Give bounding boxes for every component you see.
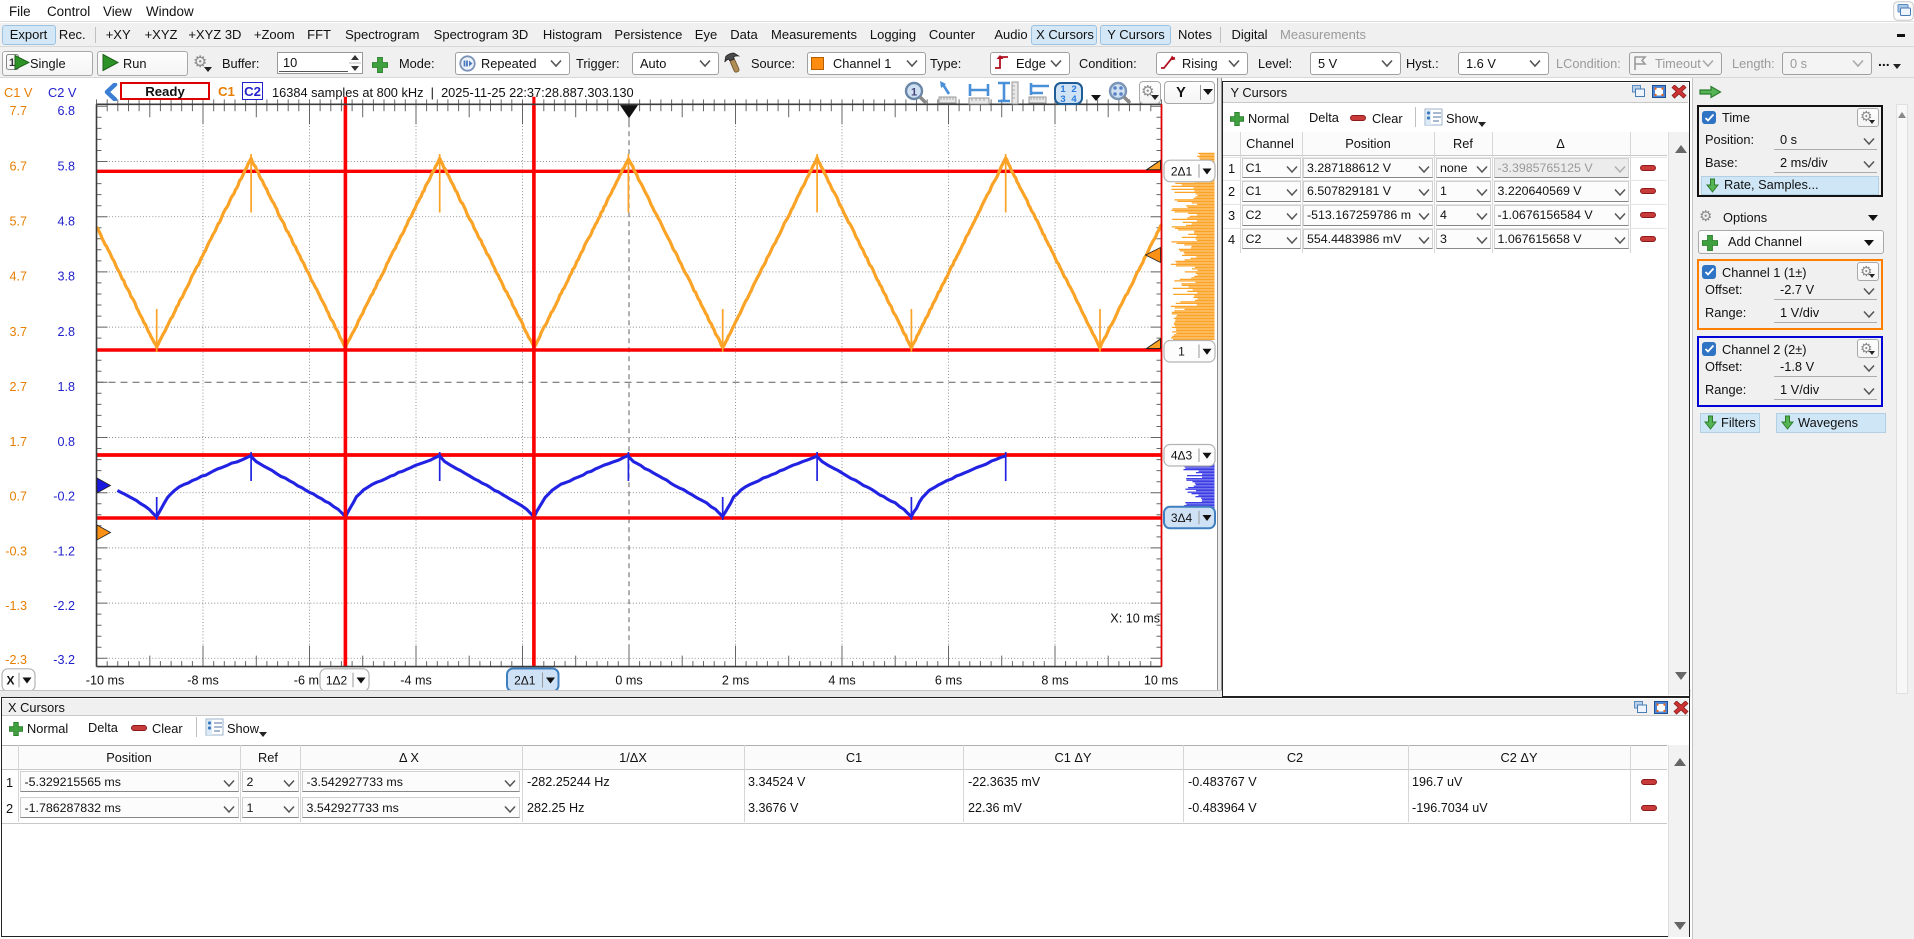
svg-text:4 ms: 4 ms bbox=[828, 674, 855, 688]
svg-text:-1.2: -1.2 bbox=[53, 544, 75, 558]
svg-text:-3.2: -3.2 bbox=[53, 653, 75, 667]
svg-text:8 ms: 8 ms bbox=[1041, 674, 1068, 688]
svg-text:2 ms: 2 ms bbox=[722, 674, 749, 688]
svg-text:-2.2: -2.2 bbox=[53, 599, 75, 613]
svg-text:1.7: 1.7 bbox=[9, 435, 27, 449]
svg-text:-4 ms: -4 ms bbox=[400, 674, 431, 688]
svg-text:1Δ2: 1Δ2 bbox=[326, 673, 348, 687]
svg-text:X: 10 ms: X: 10 ms bbox=[1110, 612, 1160, 626]
svg-text:-0.3: -0.3 bbox=[5, 544, 27, 558]
svg-text:3.8: 3.8 bbox=[57, 269, 75, 283]
svg-text:2Δ1: 2Δ1 bbox=[514, 673, 536, 687]
svg-text:1.8: 1.8 bbox=[57, 380, 75, 394]
svg-text:2.7: 2.7 bbox=[9, 380, 27, 394]
svg-text:5.8: 5.8 bbox=[57, 159, 75, 173]
svg-text:3: 3 bbox=[1060, 94, 1065, 103]
svg-text:6 ms: 6 ms bbox=[935, 674, 962, 688]
svg-text:6.8: 6.8 bbox=[57, 104, 75, 118]
svg-text:1: 1 bbox=[911, 87, 917, 99]
svg-text:7.7: 7.7 bbox=[9, 104, 27, 118]
svg-text:10 ms: 10 ms bbox=[1144, 674, 1178, 688]
svg-text:4.7: 4.7 bbox=[9, 269, 27, 283]
svg-text:0.8: 0.8 bbox=[57, 435, 75, 449]
svg-text:3Δ4: 3Δ4 bbox=[1171, 511, 1193, 525]
svg-text:5.7: 5.7 bbox=[9, 214, 27, 228]
svg-text:-0.2: -0.2 bbox=[53, 489, 75, 503]
svg-text:3.7: 3.7 bbox=[9, 325, 27, 339]
svg-text:0 ms: 0 ms bbox=[615, 674, 642, 688]
svg-text:1: 1 bbox=[9, 57, 15, 69]
svg-text:1: 1 bbox=[1178, 345, 1185, 359]
svg-text:-8 ms: -8 ms bbox=[187, 674, 218, 688]
svg-text:-10 ms: -10 ms bbox=[86, 674, 125, 688]
svg-text:4: 4 bbox=[1071, 94, 1077, 103]
svg-text:4Δ3: 4Δ3 bbox=[1171, 449, 1193, 463]
svg-text:-2.3: -2.3 bbox=[5, 653, 27, 667]
svg-text:2Δ1: 2Δ1 bbox=[1171, 164, 1193, 178]
svg-text:6.7: 6.7 bbox=[9, 159, 27, 173]
svg-text:-1.3: -1.3 bbox=[5, 599, 27, 613]
svg-text:4.8: 4.8 bbox=[57, 214, 75, 228]
svg-text:X: X bbox=[6, 673, 14, 687]
svg-text:0.7: 0.7 bbox=[9, 489, 27, 503]
svg-text:2.8: 2.8 bbox=[57, 325, 75, 339]
